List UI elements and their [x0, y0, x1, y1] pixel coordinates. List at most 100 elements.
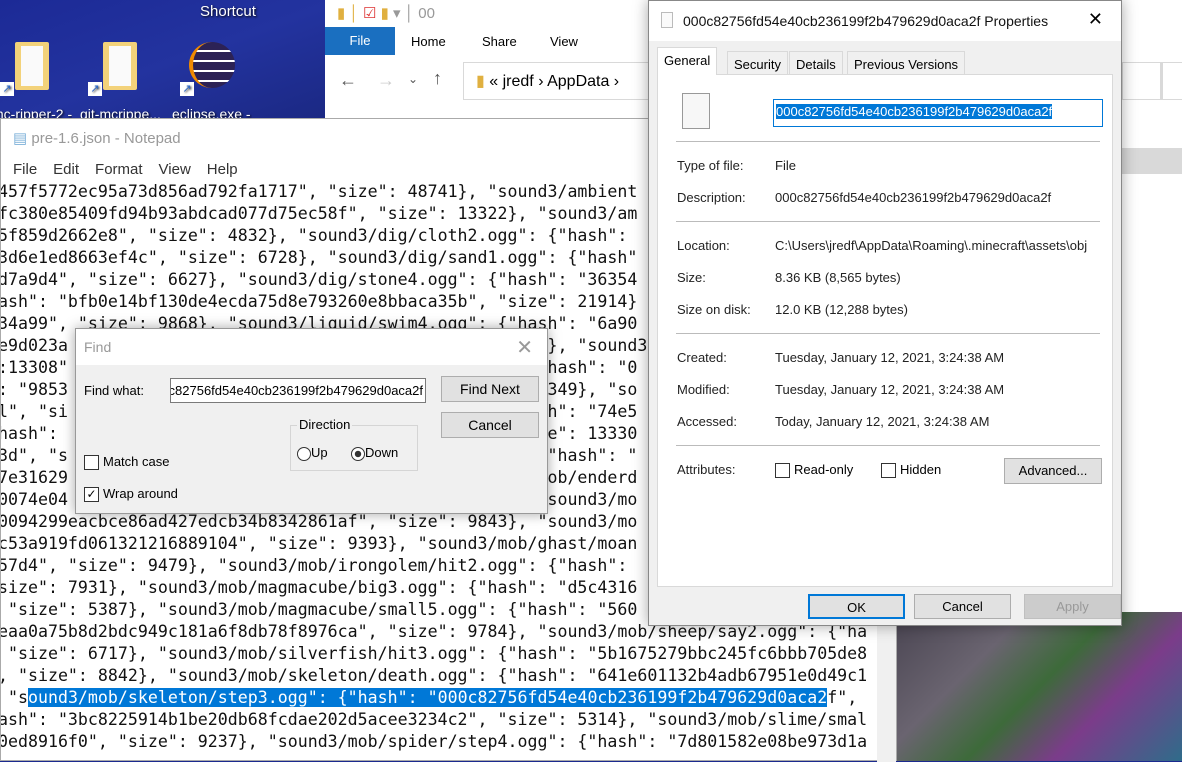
- modified-value: Tuesday, January 12, 2021, 3:24:38 AM: [775, 382, 1005, 397]
- forward-button[interactable]: →: [377, 70, 395, 91]
- text-line: ash": "3bc8225914b1be20db68fcdae202d5ace…: [1, 710, 868, 729]
- text-fragment: "s: [7, 688, 28, 707]
- find-what-input[interactable]: 000c82756fd54e40cb236199f2b479629d0aca2f: [170, 378, 426, 403]
- menu-view[interactable]: View: [159, 161, 191, 178]
- type-value: File: [775, 158, 796, 173]
- attributes-label: Attributes:: [677, 462, 736, 477]
- ok-button[interactable]: OK: [808, 594, 905, 619]
- created-label: Created:: [677, 350, 727, 365]
- desktop: Shortcut ↗mc-ripper-2 - ... ↗git-mcrippe…: [0, 0, 330, 130]
- menu-edit[interactable]: Edit: [53, 161, 79, 178]
- size-on-disk-value: 12.0 KB (12,288 bytes): [775, 302, 908, 317]
- search-match-highlight: ound3/mob/skeleton/step3.ogg": {"hash": …: [27, 688, 828, 707]
- file-icon-large: [682, 93, 710, 129]
- ribbon-tab-file[interactable]: File: [325, 27, 395, 55]
- folder-icon: [15, 42, 49, 90]
- cancel-button[interactable]: Cancel: [914, 594, 1011, 619]
- breadcrumb-appdata[interactable]: AppData: [547, 73, 609, 90]
- notepad-icon: ▤: [13, 130, 28, 147]
- radio-up[interactable]: Up: [297, 445, 328, 461]
- created-value: Tuesday, January 12, 2021, 3:24:38 AM: [775, 350, 1005, 365]
- advanced-button[interactable]: Advanced...: [1004, 458, 1102, 484]
- find-titlebar: Find ✕: [76, 329, 547, 365]
- text-line: fc380e85409fd94b93abdcad077d75ec58f", "s…: [1, 204, 638, 223]
- text-line: 57d4", "size": 9479}, "sound3/mob/irongo…: [1, 556, 638, 575]
- matched-text-line: "sound3/mob/skeleton/step3.ogg": {"hash"…: [1, 687, 857, 709]
- apply-button: Apply: [1024, 594, 1121, 619]
- properties-dialog: 000c82756fd54e40cb236199f2b479629d0aca2f…: [648, 0, 1122, 626]
- find-next-button[interactable]: Find Next: [441, 376, 539, 402]
- find-what-label: Find what:: [84, 383, 144, 398]
- menu-file[interactable]: File: [13, 161, 37, 178]
- back-button[interactable]: ←: [339, 70, 357, 91]
- cancel-button[interactable]: Cancel: [441, 412, 539, 438]
- desktop-caption: Shortcut: [200, 3, 256, 20]
- eclipse-icon: [189, 42, 235, 88]
- text-line: 3d6e1ed8663ef4c", "size": 6728}, "sound3…: [1, 248, 638, 267]
- description-value: 000c82756fd54e40cb236199f2b479629d0aca2f: [775, 190, 1052, 205]
- tab-previous-versions[interactable]: Previous Versions: [847, 51, 966, 75]
- desktop-icon-eclipse[interactable]: ↗eclipse.exe - ...: [172, 42, 252, 122]
- text-line: size": 7931}, "sound3/mob/magmacube/big3…: [1, 578, 638, 597]
- radio-down[interactable]: Down: [351, 445, 398, 461]
- file-name-input[interactable]: 000c82756fd54e40cb236199f2b479629d0aca2f: [773, 99, 1103, 127]
- size-on-disk-label: Size on disk:: [677, 302, 751, 317]
- close-icon[interactable]: ✕: [516, 335, 533, 360]
- properties-title: 000c82756fd54e40cb236199f2b479629d0aca2f…: [683, 13, 1049, 29]
- direction-group: Direction Up Down: [290, 417, 418, 471]
- hidden-checkbox[interactable]: Hidden: [881, 462, 941, 479]
- text-line: c53a919fd061321216889104", "size": 9393}…: [1, 534, 638, 553]
- text-line: "size": 5387}, "sound3/mob/magmacube/sma…: [1, 600, 638, 619]
- tab-details[interactable]: Details: [789, 51, 843, 75]
- up-button[interactable]: ↑: [433, 68, 442, 89]
- ribbon-tab-home[interactable]: Home: [411, 34, 446, 49]
- shortcut-arrow-icon: ↗: [88, 82, 102, 96]
- menu-help[interactable]: Help: [207, 161, 238, 178]
- text-line: 0ed8916f0", "size": 9237}, "sound3/mob/s…: [1, 732, 868, 751]
- desktop-icon-git-mcripper[interactable]: ↗ git-mcrippe...: [80, 42, 160, 122]
- size-label: Size:: [677, 270, 706, 285]
- shortcut-arrow-icon: ↗: [180, 82, 194, 96]
- minecraft-background-image: [897, 612, 1182, 761]
- menu-format[interactable]: Format: [95, 161, 143, 178]
- tab-general[interactable]: General: [657, 47, 718, 75]
- breadcrumb-overflow[interactable]: «: [489, 73, 498, 90]
- text-line: 0094299eacbce86ad427edcb34b8342861af", "…: [1, 512, 638, 531]
- text-line: "size": 6717}, "sound3/mob/silverfish/hi…: [1, 644, 868, 663]
- search-box[interactable]: [1160, 62, 1182, 100]
- text-line: d7a9d4", "size": 6627}, "sound3/dig/ston…: [1, 270, 638, 289]
- shortcut-arrow-icon: ↗: [0, 82, 14, 96]
- text-fragment: f",: [827, 688, 858, 707]
- modified-label: Modified:: [677, 382, 730, 397]
- ribbon-tab-share[interactable]: Share: [482, 34, 517, 49]
- accessed-value: Today, January 12, 2021, 3:24:38 AM: [775, 414, 990, 429]
- size-value: 8.36 KB (8,565 bytes): [775, 270, 901, 285]
- recent-dropdown[interactable]: ⌄: [408, 72, 418, 86]
- tab-security[interactable]: Security: [727, 51, 788, 75]
- notepad-menubar: File Edit Format View Help: [13, 161, 238, 178]
- text-line: ash": "bfb0e14bf130de4ecda75d8e793260e8b…: [1, 292, 638, 311]
- column-header: [1122, 148, 1182, 174]
- general-panel: [657, 74, 1113, 587]
- close-icon[interactable]: ✕: [1088, 9, 1103, 30]
- direction-label: Direction: [297, 417, 353, 432]
- find-title: Find: [84, 339, 112, 355]
- breadcrumb-jredf[interactable]: jredf: [503, 73, 534, 90]
- match-case-checkbox[interactable]: Match case: [84, 454, 169, 471]
- quick-access-toolbar: ▮ │ ☑ ▮ ▾ │ 00: [337, 5, 435, 22]
- description-label: Description:: [677, 190, 746, 205]
- file-icon: [661, 12, 673, 28]
- location-value: C:\Users\jredf\AppData\Roaming\.minecraf…: [775, 238, 1088, 253]
- notepad-title: ▤ pre-1.6.json - Notepad: [13, 130, 181, 147]
- text-line: 5f859d2662e8", "size": 4832}, "sound3/di…: [1, 226, 638, 245]
- wrap-around-checkbox[interactable]: ✓ Wrap around: [84, 486, 178, 503]
- find-dialog: Find ✕ Find what: 000c82756fd54e40cb2361…: [75, 328, 548, 514]
- ribbon-tab-view[interactable]: View: [550, 34, 578, 49]
- desktop-icon-mc-ripper[interactable]: ↗mc-ripper-2 - ...: [0, 42, 72, 122]
- text-line: , "size": 8842}, "sound3/mob/skeleton/de…: [1, 666, 868, 685]
- properties-titlebar: 000c82756fd54e40cb236199f2b479629d0aca2f…: [649, 1, 1121, 41]
- type-label: Type of file:: [677, 158, 744, 173]
- refresh-button[interactable]: [1122, 62, 1162, 100]
- read-only-checkbox[interactable]: Read-only: [775, 462, 853, 479]
- text-line: 457f5772ec95a73d856ad792fa1717", "size":…: [1, 182, 638, 201]
